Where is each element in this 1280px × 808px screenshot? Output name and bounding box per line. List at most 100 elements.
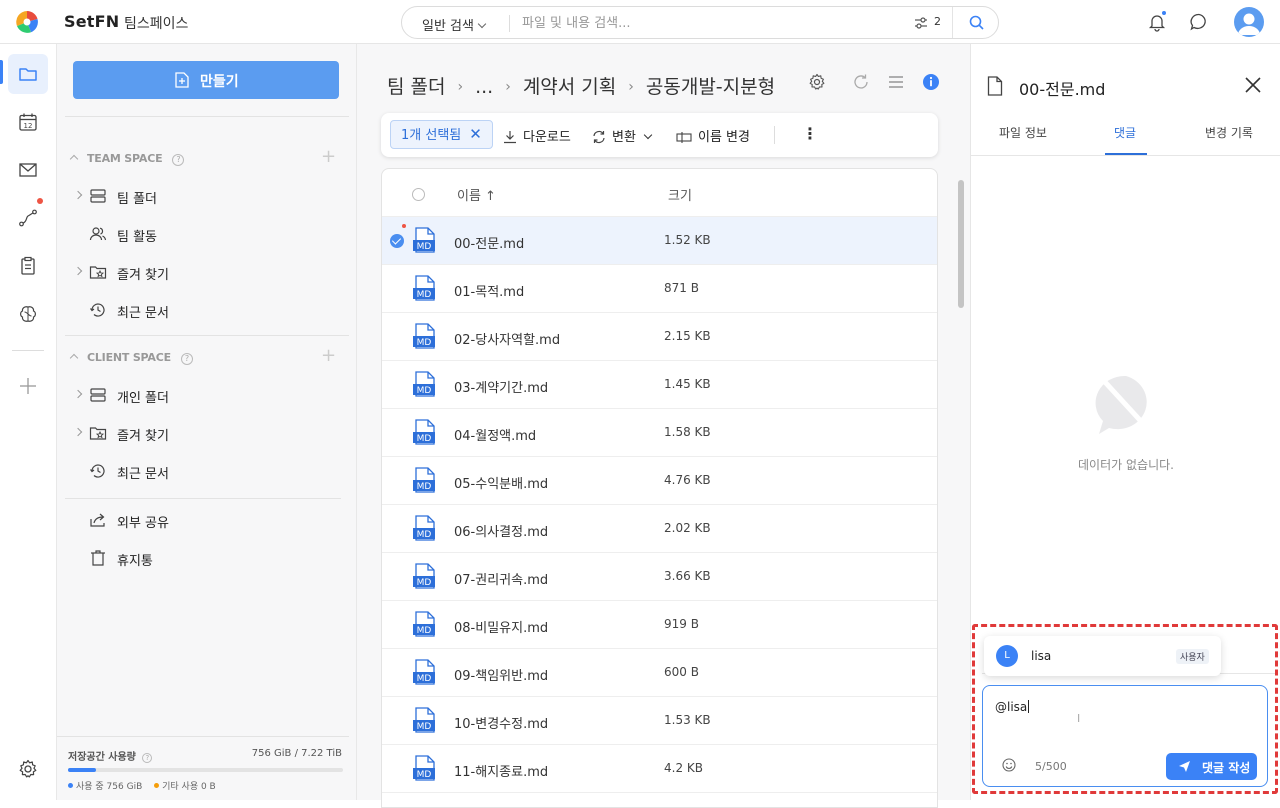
sidebar-item-label: 팀 활동 [117, 230, 158, 245]
column-header-name[interactable]: 이름 ↑ [457, 185, 496, 204]
table-row[interactable]: MD 08-비밀유지.md 919 B [382, 601, 937, 649]
file-name[interactable]: 00-전문.md [454, 233, 524, 252]
tab-history[interactable]: 변경 기록 [1205, 124, 1253, 141]
close-icon[interactable]: ✕ [469, 125, 482, 143]
folder-settings-icon[interactable] [808, 73, 826, 91]
table-row[interactable]: MD 02-당사자역할.md 2.15 KB [382, 313, 937, 361]
file-name[interactable]: 05-수익분배.md [454, 473, 548, 492]
file-size: 919 B [664, 617, 699, 631]
breadcrumb-parent[interactable]: 계약서 기획 [523, 76, 616, 98]
file-name[interactable]: 11-해지종료.md [454, 761, 548, 780]
column-header-size[interactable]: 크기 [668, 185, 692, 204]
table-row[interactable]: MD 06-의사결정.md 2.02 KB [382, 505, 937, 553]
client-space-header[interactable]: CLIENT SPACE? [69, 351, 193, 365]
rail-calendar[interactable]: 12 [8, 102, 48, 142]
table-row[interactable]: MD 04-월정액.md 1.58 KB [382, 409, 937, 457]
tab-file-info[interactable]: 파일 정보 [999, 124, 1047, 141]
filter-count: 2 [934, 15, 941, 28]
selection-chip[interactable]: 1개 선택됨 ✕ [390, 120, 493, 149]
sidebar-item-external-share[interactable]: 외부 공유 [71, 505, 341, 535]
rail-workflow[interactable] [8, 198, 48, 238]
sidebar-item-client-favorites[interactable]: 즐겨 찾기 [71, 418, 341, 448]
rail-active-indicator [0, 60, 3, 84]
help-icon[interactable]: ? [172, 154, 185, 166]
sidebar-item-team-activity[interactable]: 팀 활동 [71, 219, 341, 249]
chat-bubble-icon[interactable] [1188, 11, 1210, 33]
file-type-label: MD [417, 386, 432, 396]
file-type-label: MD [417, 770, 432, 780]
convert-button[interactable]: 변환 [592, 126, 653, 145]
sidebar-item-client-recent[interactable]: 최근 문서 [71, 456, 341, 486]
expand-arrow-icon[interactable] [73, 427, 83, 437]
table-row[interactable]: MD 10-변경수정.md 1.53 KB [382, 697, 937, 745]
rail-files[interactable] [8, 54, 48, 94]
row-checkbox-checked[interactable] [390, 234, 404, 248]
calendar-day: 12 [24, 122, 33, 130]
expand-arrow-icon[interactable] [73, 190, 83, 200]
file-size: 4.76 KB [664, 473, 711, 487]
file-name[interactable]: 01-목적.md [454, 281, 524, 300]
file-name[interactable]: 02-당사자역할.md [454, 329, 560, 348]
sidebar-item-trash[interactable]: 휴지통 [71, 543, 341, 573]
tab-comments[interactable]: 댓글 [1114, 124, 1136, 141]
table-row[interactable]: MD 11-해지종료.md 4.2 KB [382, 745, 937, 793]
toolbar-separator [774, 126, 775, 144]
download-button[interactable]: 다운로드 [503, 126, 571, 145]
help-icon[interactable]: ? [180, 353, 193, 365]
sidebar-item-label: 즐겨 찾기 [117, 268, 169, 283]
sidebar-item-team-favorites[interactable]: 즐겨 찾기 [71, 257, 341, 287]
rail-mail[interactable] [8, 150, 48, 190]
sidebar-item-team-folder[interactable]: 팀 폴더 [71, 181, 341, 211]
team-space-add-icon[interactable]: + [321, 146, 336, 167]
storage-title-text: 저장공간 사용량 [68, 752, 136, 763]
team-space-header[interactable]: TEAM SPACE? [69, 152, 185, 166]
search-button[interactable] [952, 7, 998, 38]
file-name[interactable]: 08-비밀유지.md [454, 617, 548, 636]
table-row[interactable]: MD 05-수익분배.md 4.76 KB [382, 457, 937, 505]
table-row[interactable]: MD 01-목적.md 871 B [382, 265, 937, 313]
user-avatar[interactable] [1234, 7, 1264, 37]
table-row[interactable]: MD 07-권리귀속.md 3.66 KB [382, 553, 937, 601]
table-row[interactable]: MD 00-전문.md 1.52 KB [382, 217, 937, 265]
more-options-icon[interactable]: ⋮ [802, 124, 818, 143]
expand-arrow-icon[interactable] [73, 389, 83, 399]
filter-sliders-icon[interactable] [914, 16, 928, 30]
help-icon[interactable]: ? [142, 753, 153, 763]
file-name[interactable]: 10-변경수정.md [454, 713, 548, 732]
file-list-scrollbar[interactable] [958, 180, 964, 308]
star-folder-icon [89, 427, 107, 440]
rename-button[interactable]: 이름 변경 [676, 126, 750, 145]
breadcrumb-ellipsis[interactable]: ... [475, 76, 493, 98]
rail-add[interactable] [8, 366, 48, 406]
sidebar-item-team-recent[interactable]: 최근 문서 [71, 295, 341, 325]
info-icon[interactable] [922, 73, 940, 91]
app-logo-icon[interactable] [16, 11, 38, 33]
file-name[interactable]: 06-의사결정.md [454, 521, 548, 540]
list-view-icon[interactable] [887, 73, 905, 91]
table-row[interactable]: MD 03-계약기간.md 1.45 KB [382, 361, 937, 409]
refresh-icon[interactable] [852, 73, 870, 91]
search-icon [969, 15, 984, 30]
file-name[interactable]: 09-책임위반.md [454, 665, 548, 684]
file-name[interactable]: 04-월정액.md [454, 425, 536, 444]
rail-ai[interactable] [8, 294, 48, 334]
sidebar-item-personal-folder[interactable]: 개인 폴더 [71, 380, 341, 410]
table-row[interactable]: MD 09-책임위반.md 600 B [382, 649, 937, 697]
client-space-add-icon[interactable]: + [321, 345, 336, 366]
create-button[interactable]: 만들기 [73, 61, 339, 99]
file-name[interactable]: 07-권리귀속.md [454, 569, 548, 588]
file-type-label: MD [417, 434, 432, 444]
server-icon [90, 189, 106, 203]
file-name[interactable]: 03-계약기간.md [454, 377, 548, 396]
breadcrumb-root[interactable]: 팀 폴더 [387, 76, 445, 98]
file-size: 2.15 KB [664, 329, 711, 343]
select-all-checkbox[interactable] [412, 188, 425, 201]
expand-arrow-icon[interactable] [73, 266, 83, 276]
search-bar: 일반 검색 2 [401, 6, 999, 39]
chevron-down-icon [477, 19, 487, 29]
close-icon[interactable] [1243, 75, 1263, 95]
search-mode-dropdown[interactable]: 일반 검색 [422, 15, 487, 34]
search-input[interactable] [522, 13, 902, 33]
rail-settings[interactable] [8, 749, 48, 789]
rail-tasks[interactable] [8, 246, 48, 286]
